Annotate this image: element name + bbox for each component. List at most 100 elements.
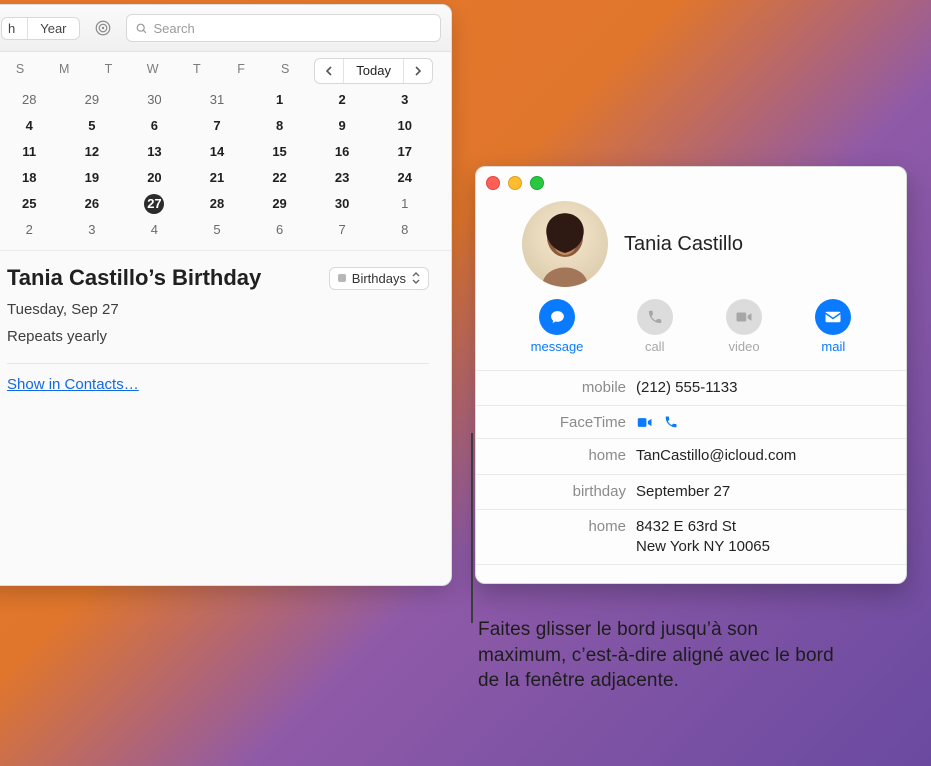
view-seg-year[interactable]: Year: [28, 18, 78, 39]
calendar-toolbar: h Year Search: [0, 5, 451, 52]
message-icon: [539, 299, 575, 335]
chevron-updown-icon: [412, 271, 420, 285]
mini-day[interactable]: 20: [126, 168, 183, 188]
mini-day[interactable]: 30: [126, 90, 183, 110]
video-label: video: [728, 339, 759, 354]
mini-day[interactable]: 4: [1, 116, 58, 136]
mini-day[interactable]: 3: [64, 220, 121, 240]
view-seg-month[interactable]: h: [2, 18, 28, 39]
show-in-contacts-link[interactable]: Show in Contacts…: [7, 376, 139, 393]
field-value: 8432 E 63rd StNew York NY 10065: [636, 517, 906, 558]
mini-day[interactable]: 28: [189, 194, 246, 214]
mail-label: mail: [821, 339, 845, 354]
today-button[interactable]: Today: [344, 59, 404, 83]
field-label: home: [476, 517, 626, 535]
mini-day[interactable]: 7: [189, 116, 246, 136]
contacts-window: Tania Castillo message call video mail: [475, 166, 907, 584]
mini-dow: T: [89, 62, 127, 76]
avatar[interactable]: [522, 201, 608, 287]
mini-day[interactable]: 19: [64, 168, 121, 188]
mini-day[interactable]: 12: [64, 142, 121, 162]
field-home-email[interactable]: home TanCastillo@icloud.com: [476, 439, 906, 474]
calendar-picker[interactable]: Birthdays: [329, 267, 429, 290]
close-icon[interactable]: [486, 176, 500, 190]
mini-day[interactable]: 4: [126, 220, 183, 240]
mini-day[interactable]: 6: [126, 116, 183, 136]
mini-day[interactable]: 7: [314, 220, 371, 240]
mini-day[interactable]: 22: [251, 168, 308, 188]
mini-day[interactable]: 13: [126, 142, 183, 162]
mini-day[interactable]: 1: [251, 90, 308, 110]
facetime-video-icon[interactable]: [636, 416, 654, 429]
mail-icon: [815, 299, 851, 335]
prev-month-button[interactable]: [315, 59, 344, 83]
mini-day[interactable]: 27: [126, 194, 183, 214]
callout-leader-line: [471, 433, 473, 623]
contact-actions: message call video mail: [476, 297, 906, 370]
mini-day[interactable]: 5: [189, 220, 246, 240]
field-value: September 27: [636, 482, 906, 502]
mini-day[interactable]: 29: [251, 194, 308, 214]
mini-day[interactable]: 21: [189, 168, 246, 188]
month-nav: Today: [314, 58, 433, 84]
next-month-button[interactable]: [404, 59, 432, 83]
field-birthday[interactable]: birthday September 27: [476, 475, 906, 510]
mini-day[interactable]: 3: [376, 90, 433, 110]
mini-day[interactable]: 11: [1, 142, 58, 162]
call-label: call: [645, 339, 665, 354]
mini-day[interactable]: 30: [314, 194, 371, 214]
facetime-audio-icon[interactable]: [664, 415, 678, 429]
mini-day[interactable]: 2: [314, 90, 371, 110]
calendar-picker-label: Birthdays: [352, 271, 406, 286]
field-facetime[interactable]: FaceTime: [476, 406, 906, 439]
mini-day[interactable]: 9: [314, 116, 371, 136]
field-label: mobile: [476, 378, 626, 396]
mini-days-grid[interactable]: 2829303112345678910111213141516171819202…: [1, 90, 433, 240]
mini-day[interactable]: 31: [189, 90, 246, 110]
contact-name: Tania Castillo: [624, 233, 743, 256]
field-value: TanCastillo@icloud.com: [636, 446, 906, 466]
view-segmented-control[interactable]: h Year: [1, 17, 80, 40]
zoom-icon[interactable]: [530, 176, 544, 190]
calendar-window: h Year Search SMTWTFS: [0, 4, 452, 586]
field-label: birthday: [476, 482, 626, 500]
field-label: home: [476, 446, 626, 464]
mini-day[interactable]: 15: [251, 142, 308, 162]
mini-day[interactable]: 23: [314, 168, 371, 188]
mini-dow: T: [178, 62, 216, 76]
event-title: Tania Castillo’s Birthday: [7, 265, 261, 291]
mini-day[interactable]: 10: [376, 116, 433, 136]
mini-day[interactable]: 26: [64, 194, 121, 214]
field-home-address[interactable]: home 8432 E 63rd StNew York NY 10065: [476, 510, 906, 566]
divider: [7, 363, 429, 364]
field-mobile[interactable]: mobile (212) 555-1133: [476, 371, 906, 406]
minimize-icon[interactable]: [508, 176, 522, 190]
mini-day[interactable]: 8: [376, 220, 433, 240]
mini-day[interactable]: 14: [189, 142, 246, 162]
mini-day[interactable]: 25: [1, 194, 58, 214]
message-button[interactable]: message: [531, 299, 584, 354]
mini-day[interactable]: 2: [1, 220, 58, 240]
mini-day[interactable]: 8: [251, 116, 308, 136]
mini-day[interactable]: 6: [251, 220, 308, 240]
mini-dow-row: SMTWTFS: [1, 62, 304, 76]
search-placeholder: Search: [154, 21, 195, 36]
mini-day[interactable]: 5: [64, 116, 121, 136]
mini-day[interactable]: 24: [376, 168, 433, 188]
mini-day[interactable]: 16: [314, 142, 371, 162]
mini-day[interactable]: 17: [376, 142, 433, 162]
call-button[interactable]: call: [637, 299, 673, 354]
mail-button[interactable]: mail: [815, 299, 851, 354]
airplay-icon[interactable]: [88, 15, 118, 41]
mini-day[interactable]: 18: [1, 168, 58, 188]
video-icon: [726, 299, 762, 335]
facetime-icons[interactable]: [636, 413, 906, 429]
mini-day[interactable]: 29: [64, 90, 121, 110]
search-icon: [135, 22, 148, 35]
mini-day[interactable]: 1: [376, 194, 433, 214]
window-traffic-lights[interactable]: [486, 176, 544, 190]
mini-day[interactable]: 28: [1, 90, 58, 110]
mini-dow: S: [266, 62, 304, 76]
search-input[interactable]: Search: [126, 14, 441, 42]
video-button[interactable]: video: [726, 299, 762, 354]
